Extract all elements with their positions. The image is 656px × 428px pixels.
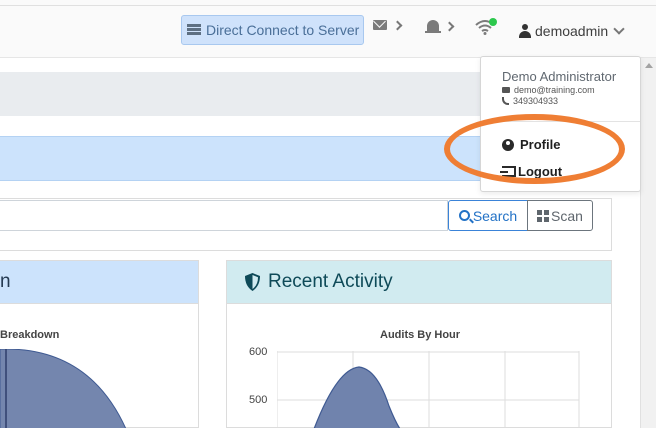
envelope-icon: [502, 87, 510, 93]
envelope-icon: [373, 20, 387, 30]
navbar-divider: [0, 5, 656, 6]
shield-icon: [245, 273, 260, 291]
messages-dropdown[interactable]: [373, 20, 403, 30]
user-phone: 349304933: [502, 96, 558, 106]
search-button-label: Search: [472, 207, 518, 224]
phone-icon: [502, 97, 509, 105]
qrcode-icon: [537, 209, 550, 222]
chevron-right-icon: [392, 20, 403, 30]
page-scrollbar[interactable]: [640, 58, 656, 428]
user-menu-toggle[interactable]: demoadmin: [519, 23, 625, 39]
direct-connect-label: Direct Connect to Server: [206, 22, 360, 38]
search-button[interactable]: Search: [448, 200, 528, 231]
user-full-name: Demo Administrator: [502, 69, 617, 84]
scan-button[interactable]: Scan: [527, 200, 593, 231]
online-indicator: [489, 18, 497, 26]
y-tick-label: 600: [249, 346, 268, 358]
recent-activity-title: Recent Activity: [268, 271, 393, 292]
audits-area-chart: [277, 351, 580, 428]
breakdown-pie-chart: [0, 349, 127, 428]
scroll-up-icon[interactable]: [645, 63, 653, 68]
scan-button-label: Scan: [551, 207, 583, 224]
recent-activity-header: Recent Activity: [227, 261, 611, 304]
user-email-text: demo@training.com: [514, 85, 595, 95]
chevron-down-icon: [613, 23, 625, 35]
notifications-dropdown[interactable]: [425, 20, 455, 33]
user-name: demoadmin: [535, 23, 609, 39]
audits-chart-title: Audits By Hour: [380, 329, 461, 341]
bell-icon: [425, 20, 441, 33]
highlight-annotation: [444, 114, 625, 184]
breakdown-card: n Breakdown: [0, 260, 199, 428]
search-icon: [458, 210, 470, 221]
search-input[interactable]: [0, 200, 448, 231]
pie-slice: [0, 349, 127, 428]
user-phone-text: 349304933: [513, 96, 559, 106]
direct-connect-button[interactable]: Direct Connect to Server: [181, 15, 364, 45]
server-icon: [187, 24, 201, 36]
user-icon: [519, 24, 531, 38]
recent-activity-card: Recent Activity Audits By Hour 600 500: [226, 260, 612, 428]
chevron-right-icon: [444, 21, 455, 31]
breakdown-card-title: n: [0, 271, 11, 292]
area-series: [313, 366, 401, 428]
breakdown-chart-title: Breakdown: [0, 329, 60, 341]
connection-status[interactable]: [475, 18, 497, 35]
user-email: demo@training.com: [502, 85, 595, 95]
y-tick-label: 500: [249, 394, 268, 406]
breakdown-card-header: n: [0, 261, 198, 304]
